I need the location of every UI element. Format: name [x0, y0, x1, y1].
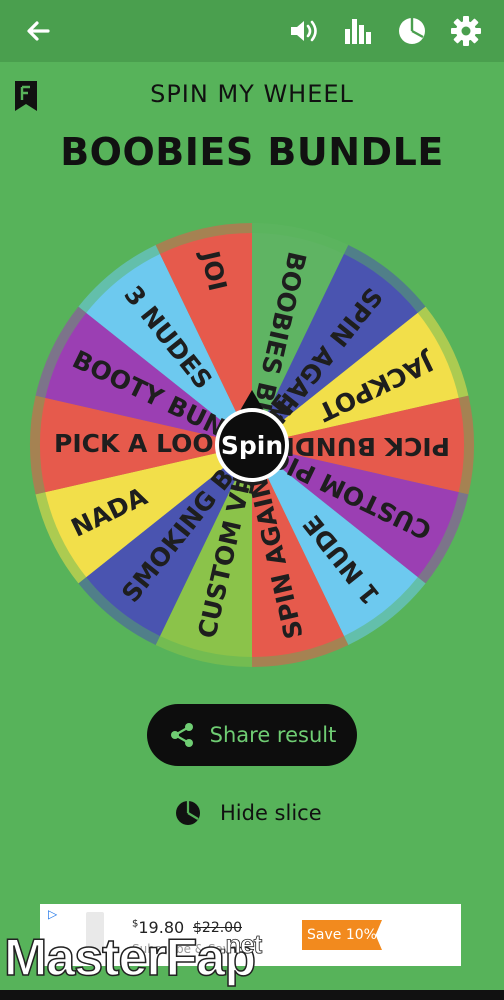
- hide-slice-button[interactable]: Hide slice: [174, 796, 322, 830]
- share-result-label: Share result: [209, 723, 337, 747]
- share-result-button[interactable]: Share result: [147, 704, 357, 766]
- app-subtitle: SPIN MY WHEEL: [150, 80, 354, 108]
- pie-chart-button[interactable]: [394, 13, 430, 49]
- hide-slice-label: Hide slice: [220, 801, 322, 825]
- bottom-strip: [0, 990, 504, 1000]
- app-bar: [0, 0, 504, 62]
- arrow-left-icon: [27, 21, 50, 41]
- bar-chart-icon: [345, 19, 371, 44]
- sound-button[interactable]: [286, 13, 322, 49]
- gear-icon: [451, 16, 481, 46]
- ad-choices-icon[interactable]: ▷: [48, 907, 57, 921]
- share-icon: [170, 723, 193, 747]
- pie-chart-icon: [399, 18, 425, 44]
- ad-save-badge[interactable]: Save 10%: [302, 920, 382, 950]
- wheel-title: BOOBIES BUNDLE: [60, 130, 444, 174]
- settings-button[interactable]: [448, 13, 484, 49]
- volume-icon: [291, 20, 317, 42]
- pie-slice-icon: [176, 801, 200, 825]
- spin-label: Spin: [221, 431, 283, 460]
- watermark-logo: MasterFap.net: [3, 928, 262, 988]
- back-button[interactable]: [20, 13, 56, 49]
- stats-button[interactable]: [339, 13, 375, 49]
